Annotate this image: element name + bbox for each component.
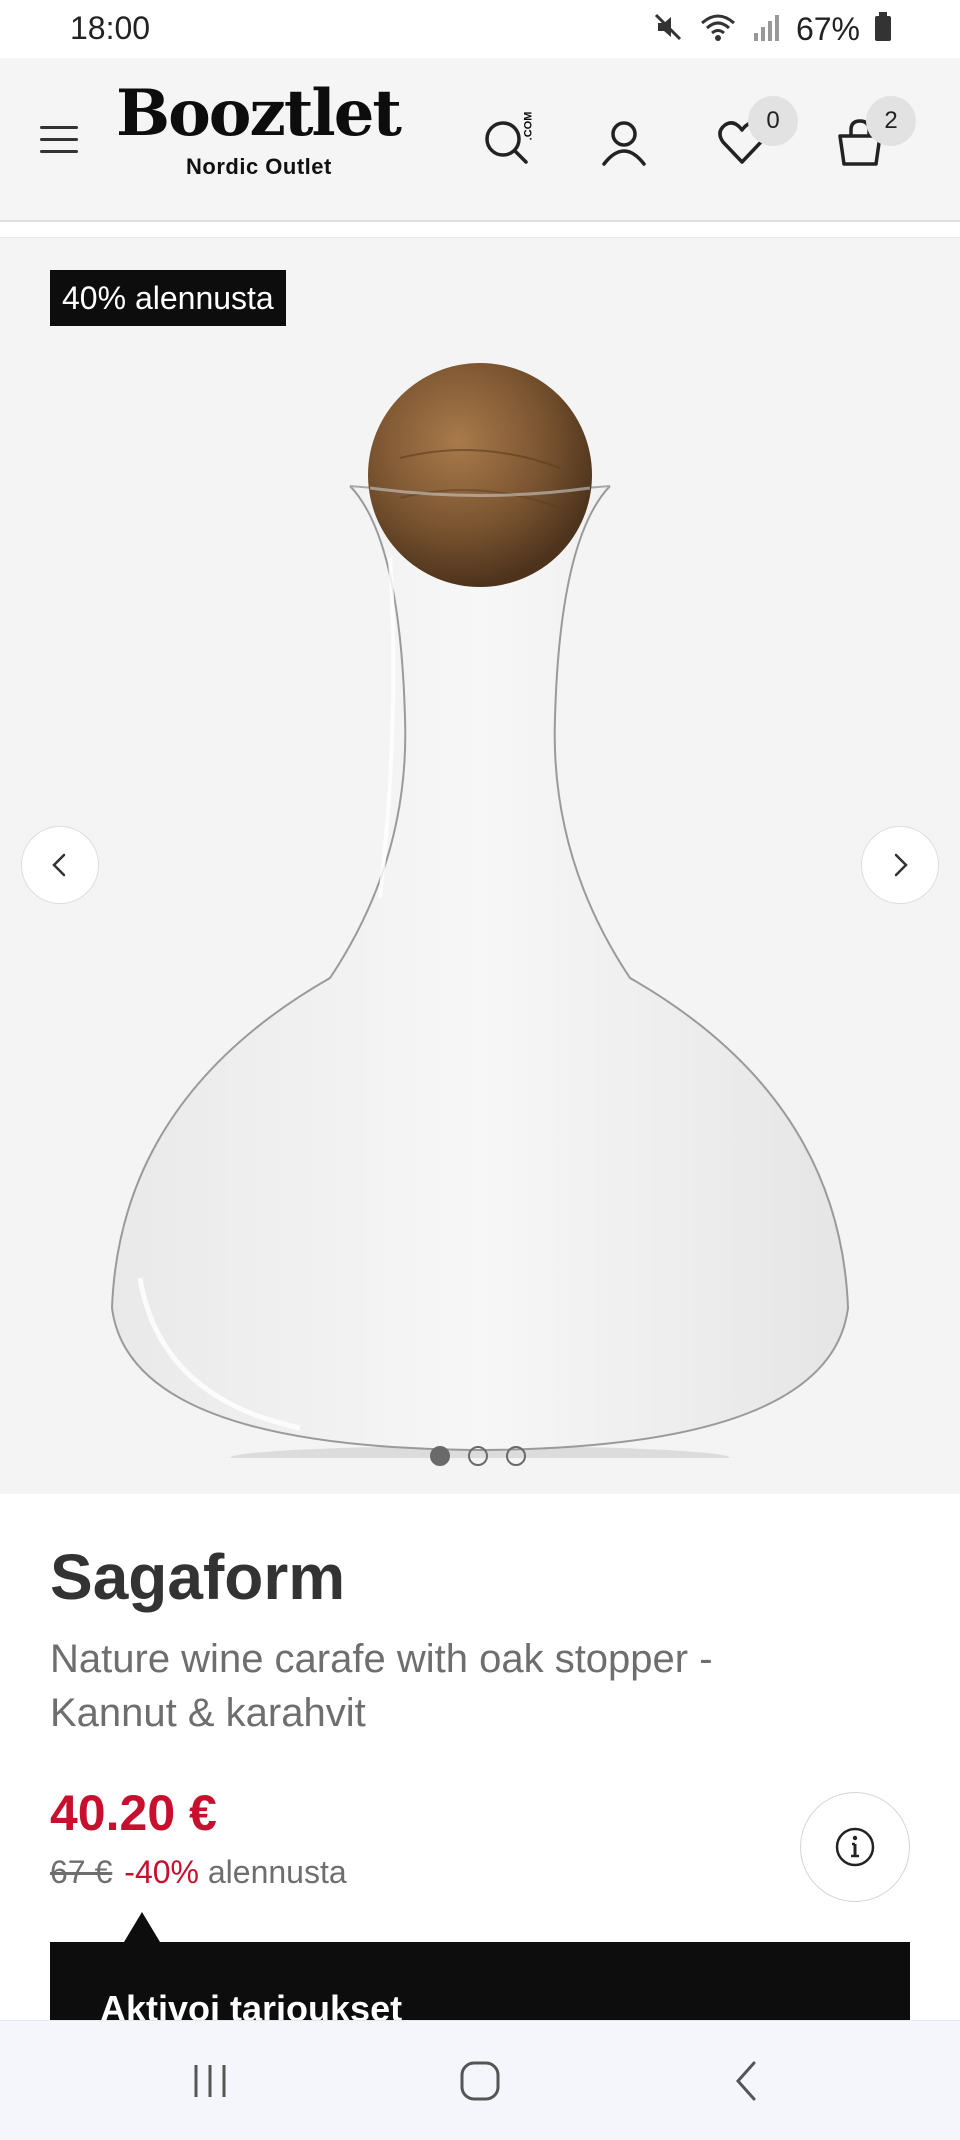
- account-button[interactable]: [596, 114, 652, 170]
- wishlist-count-badge: 0: [748, 96, 798, 146]
- logo-subtitle: Nordic Outlet: [186, 154, 332, 179]
- offer-tooltip-pointer: [124, 1912, 160, 1942]
- cart-count-badge: 2: [866, 96, 916, 146]
- back-button[interactable]: [718, 2051, 778, 2111]
- carousel-dots: [430, 1446, 526, 1466]
- search-button[interactable]: [478, 114, 534, 170]
- home-button[interactable]: [450, 2051, 510, 2111]
- wishlist-button[interactable]: 0: [714, 96, 798, 170]
- battery-percentage: 67%: [795, 10, 860, 47]
- cart-button[interactable]: 2: [832, 96, 916, 170]
- site-header: Booztlet .COM Nordic Outlet 0 2: [0, 58, 960, 222]
- carousel-dot-1[interactable]: [430, 1446, 450, 1466]
- account-icon: [602, 121, 646, 166]
- price-info-button[interactable]: [800, 1792, 910, 1902]
- previous-image-button[interactable]: [21, 826, 99, 904]
- carousel-dot-3[interactable]: [506, 1446, 526, 1466]
- next-image-button[interactable]: [861, 826, 939, 904]
- current-price: 40.20 €: [50, 1785, 217, 1841]
- price-details: 67 € -40% alennusta: [50, 1854, 347, 1891]
- chevron-left-icon: [52, 853, 66, 877]
- discount-label: alennusta: [207, 1854, 347, 1890]
- wifi-icon: [698, 11, 738, 48]
- header-divider: [0, 224, 960, 238]
- logo-text: Booztlet: [116, 76, 402, 151]
- logo[interactable]: Booztlet .COM Nordic Outlet: [116, 76, 534, 202]
- back-icon: [735, 2061, 756, 2101]
- status-icons: 67%: [652, 10, 892, 48]
- status-bar: 18:00 67%: [0, 0, 960, 58]
- search-icon: [485, 121, 528, 164]
- menu-icon: [40, 126, 78, 129]
- status-time: 18:00: [70, 10, 151, 46]
- carousel-dot-2[interactable]: [468, 1446, 488, 1466]
- home-icon: [460, 2061, 500, 2101]
- product-brand[interactable]: Sagaform: [50, 1540, 345, 1614]
- product-image-carafe: [110, 363, 850, 1458]
- product-name: Nature wine carafe with oak stopper - Ka…: [50, 1637, 713, 1735]
- mute-icon: [652, 11, 684, 48]
- discount-percentage: -40%: [124, 1854, 199, 1890]
- chevron-right-icon: [894, 853, 908, 877]
- original-price: 67 €: [50, 1854, 113, 1890]
- menu-button[interactable]: [38, 122, 84, 158]
- battery-icon: [874, 11, 892, 47]
- product-image-gallery[interactable]: 40% alennusta: [0, 238, 960, 1494]
- recent-apps-button[interactable]: [180, 2051, 240, 2111]
- info-icon: [835, 1827, 875, 1867]
- android-navigation-bar: [0, 2020, 960, 2140]
- signal-icon: [752, 11, 782, 48]
- recent-apps-icon: [194, 2065, 226, 2097]
